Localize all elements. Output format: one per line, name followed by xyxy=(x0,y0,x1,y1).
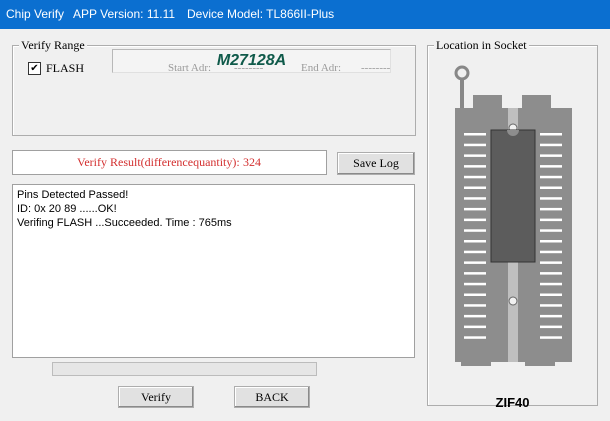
socket-pin xyxy=(540,186,562,189)
app-version: APP Version: 11.11 xyxy=(73,7,176,21)
socket-pin xyxy=(540,218,562,222)
socket-pin xyxy=(540,175,562,179)
socket-pin xyxy=(464,207,486,211)
socket-pin xyxy=(540,336,562,339)
socket-pin xyxy=(540,261,562,264)
socket-pin xyxy=(464,325,486,329)
socket-pin xyxy=(540,165,562,168)
socket-pin xyxy=(540,304,562,307)
socket-pin xyxy=(464,186,486,189)
start-address-value: -------- xyxy=(234,62,264,74)
socket-pin xyxy=(540,272,562,275)
flash-checkbox[interactable]: ✔ xyxy=(28,62,41,75)
socket-pin xyxy=(464,304,486,307)
socket-pin xyxy=(464,282,486,286)
verify-range-legend: Verify Range xyxy=(19,38,87,53)
socket-pin xyxy=(464,165,486,168)
socket-pin xyxy=(464,133,486,136)
log-line: Pins Detected Passed! xyxy=(17,189,129,201)
zif40-socket-diagram xyxy=(454,65,572,346)
socket-pin xyxy=(540,325,562,329)
checkmark-icon: ✔ xyxy=(30,63,39,74)
flash-label: FLASH xyxy=(46,61,85,75)
socket-pin xyxy=(464,240,486,243)
socket-pin xyxy=(464,218,486,222)
verify-button[interactable]: Verify xyxy=(118,386,194,408)
socket-pin xyxy=(540,250,562,254)
socket-pin xyxy=(464,250,486,254)
save-log-button[interactable]: Save Log xyxy=(337,152,415,175)
end-address-label: End Adr: xyxy=(301,62,342,74)
socket-pin xyxy=(540,143,562,147)
socket-pin xyxy=(464,272,486,275)
socket-pin xyxy=(464,143,486,147)
socket-pin xyxy=(540,314,562,318)
socket-pin xyxy=(464,154,486,157)
socket-pin xyxy=(540,197,562,200)
chip-verify-window: Verify Range M27128A ✔ FLASH Start Adr: … xyxy=(0,29,610,421)
zif40-label: ZIF40 xyxy=(495,395,530,410)
start-address-label: Start Adr: xyxy=(168,62,212,74)
verify-range-group: Verify Range M27128A ✔ FLASH Start Adr: … xyxy=(12,38,416,136)
socket-pin xyxy=(464,314,486,318)
end-address-value: -------- xyxy=(361,62,391,74)
socket-pin xyxy=(540,154,562,157)
socket-pin xyxy=(464,336,486,339)
verify-result-value: 324 xyxy=(243,155,261,169)
socket-pin xyxy=(540,282,562,286)
back-button[interactable]: BACK xyxy=(234,386,310,408)
socket-pin xyxy=(540,133,562,136)
log-output: Pins Detected Passed! ID: 0x 20 89 .....… xyxy=(12,184,415,358)
verify-result-box: Verify Result(differencequantity): 324 xyxy=(12,150,327,175)
socket-pin xyxy=(540,207,562,211)
socket-pin xyxy=(464,197,486,200)
progress-bar xyxy=(52,362,317,376)
socket-pin xyxy=(464,175,486,179)
socket-pin xyxy=(540,293,562,296)
socket-pin xyxy=(464,229,486,232)
verify-result-label: Verify Result(differencequantity): xyxy=(77,155,240,169)
socket-location-group: Location in Socket ZIF40 xyxy=(427,38,598,410)
socket-pin xyxy=(540,229,562,232)
log-line: ID: 0x 20 89 ......OK! xyxy=(17,203,117,215)
window-title: Chip Verify xyxy=(6,7,65,21)
device-model: Device Model: TL866II-Plus xyxy=(187,7,335,21)
socket-pin xyxy=(540,240,562,243)
log-line: Verifing FLASH ...Succeeded. Time : 765m… xyxy=(17,217,232,229)
socket-pin xyxy=(464,261,486,264)
socket-pin xyxy=(464,293,486,296)
title-bar: Chip Verify APP Version: 11.11 Device Mo… xyxy=(0,0,610,29)
